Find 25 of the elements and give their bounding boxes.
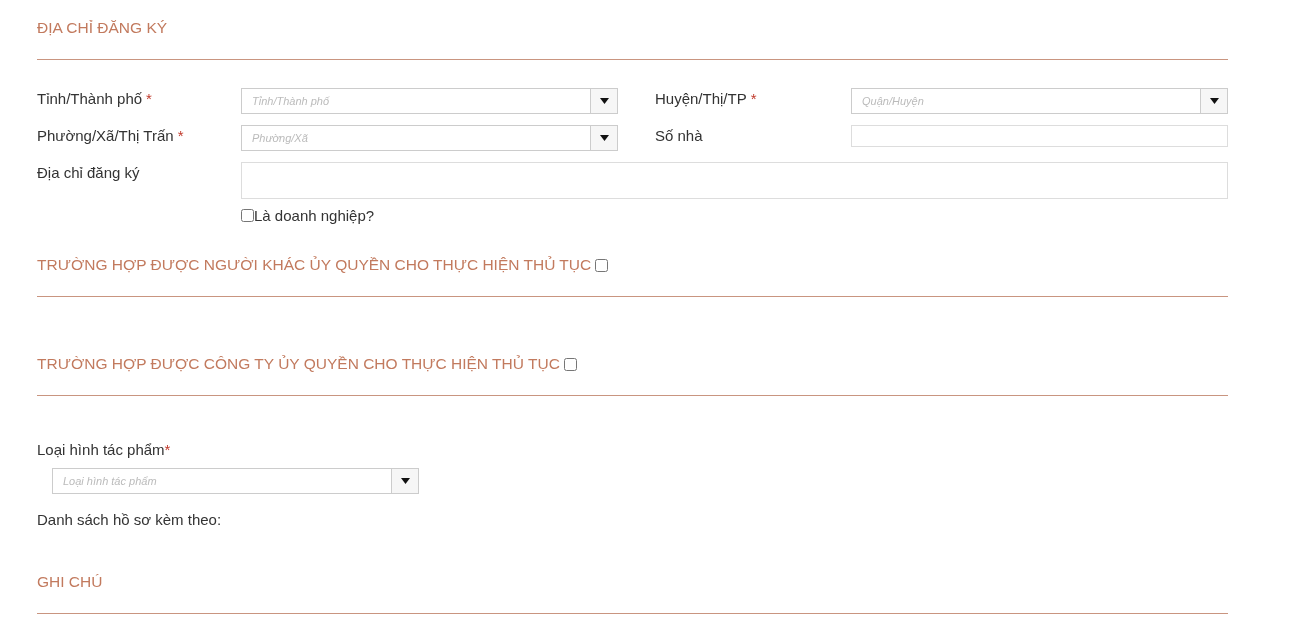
- field-label: Phường/Xã/Thị Trấn *: [37, 126, 184, 146]
- field-label: Huyện/Thị/TP *: [654, 89, 757, 109]
- checkbox[interactable]: [241, 209, 254, 222]
- select-field[interactable]: Quận/Huyện: [851, 88, 1228, 114]
- checkbox[interactable]: [595, 258, 609, 272]
- text-field[interactable]: [851, 125, 1228, 147]
- section-title: TRƯỜNG HỢP ĐƯỢC NGƯỜI KHÁC ỦY QUYỀN CHO THỰC HIỆN THỦ TỤC: [37, 256, 592, 274]
- caret-icon: [1209, 98, 1219, 104]
- attachments-label: Danh sách hồ sơ kèm theo:: [37, 510, 223, 530]
- field-label: Tỉnh/Thành phố *: [37, 89, 152, 109]
- field-label: Số nhà: [654, 126, 703, 146]
- checkbox[interactable]: [563, 357, 577, 371]
- select-field[interactable]: Tỉnh/Thành phố: [241, 88, 618, 114]
- select-field[interactable]: Phường/Xã: [241, 125, 618, 151]
- select-field[interactable]: Loại hình tác phẩm: [52, 468, 419, 494]
- section-title: ĐỊA CHỈ ĐĂNG KÝ: [37, 19, 168, 37]
- section-title: GHI CHÚ: [37, 573, 103, 591]
- caret-icon: [599, 135, 609, 141]
- caret-icon: [400, 478, 410, 484]
- section-title: TRƯỜNG HỢP ĐƯỢC CÔNG TY ỦY QUYỀN CHO THỰC HIỆN THỦ TỤC: [37, 355, 560, 373]
- field-label: Địa chỉ đăng ký: [37, 163, 140, 183]
- address-field[interactable]: [241, 162, 1228, 199]
- checkbox-label: Là doanh nghiệp?: [254, 207, 375, 224]
- field-label: Loại hình tác phẩm*: [37, 440, 172, 460]
- caret-icon: [599, 98, 609, 104]
